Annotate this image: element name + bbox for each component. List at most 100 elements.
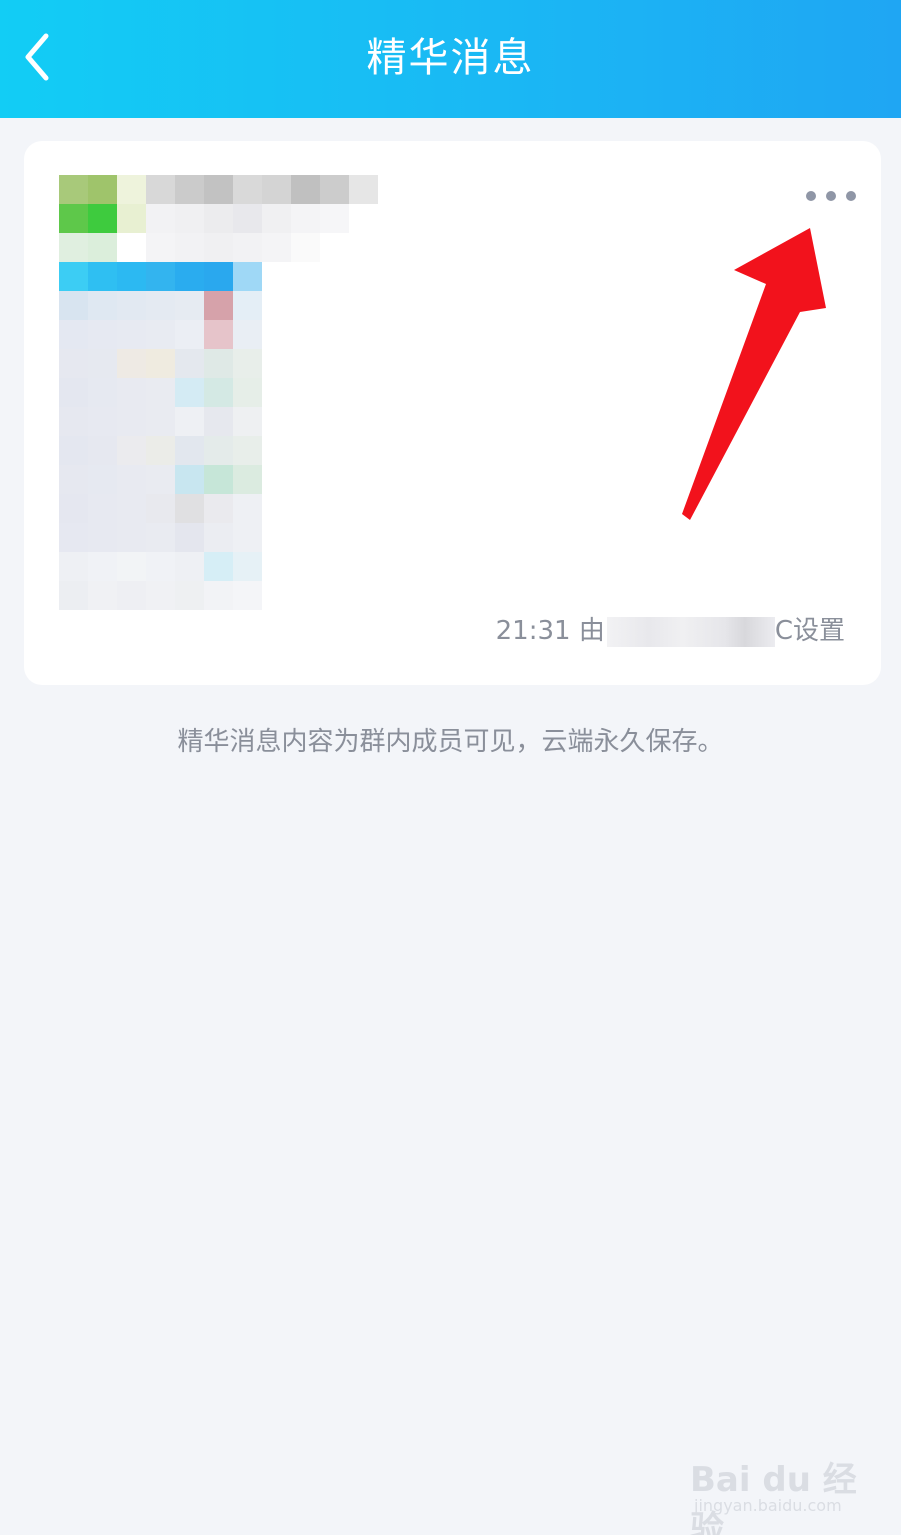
meta-by: 由: [578, 616, 605, 646]
thumbnail-pixel: [204, 523, 233, 552]
thumbnail-pixel: [233, 204, 262, 233]
thumbnail-pixel: [204, 291, 233, 320]
thumbnail-pixel: [88, 320, 117, 349]
thumbnail-pixel: [88, 436, 117, 465]
thumbnail-pixel: [175, 349, 204, 378]
thumbnail-pixel: [146, 494, 175, 523]
thumbnail-pixel: [59, 523, 88, 552]
thumbnail-pixel: [146, 436, 175, 465]
thumbnail-pixel: [175, 494, 204, 523]
thumbnail-pixel: [117, 320, 146, 349]
thumbnail-pixel: [204, 349, 233, 378]
thumbnail-pixel: [146, 291, 175, 320]
thumbnail-pixel: [175, 320, 204, 349]
thumbnail-pixel: [88, 378, 117, 407]
thumbnail-pixel: [88, 581, 117, 610]
thumbnail-pixel: [88, 465, 117, 494]
ellipsis-icon: [806, 191, 816, 201]
thumbnail-pixel: [117, 552, 146, 581]
thumbnail-pixel: [204, 204, 233, 233]
thumbnail-pixel: [233, 436, 262, 465]
thumbnail-pixel: [175, 581, 204, 610]
thumbnail-pixel: [175, 552, 204, 581]
thumbnail-pixel: [117, 349, 146, 378]
watermark-logo: Bai du 经验: [690, 1460, 857, 1535]
thumbnail-pixel: [233, 494, 262, 523]
thumbnail-pixel: [88, 523, 117, 552]
thumbnail-pixel: [146, 407, 175, 436]
thumbnail-pixel: [59, 262, 88, 291]
thumbnail-pixel: [88, 552, 117, 581]
thumbnail-pixel: [233, 523, 262, 552]
thumbnail-pixel: [117, 291, 146, 320]
thumbnail-pixel: [117, 494, 146, 523]
thumbnail-pixel: [204, 552, 233, 581]
thumbnail-pixel: [291, 233, 320, 262]
thumbnail-pixel: [117, 465, 146, 494]
thumbnail-pixel: [146, 175, 175, 204]
thumbnail-pixel: [88, 262, 117, 291]
baidu-watermark: Bai du 经验 jingyan.baidu.com: [690, 1438, 870, 1535]
thumbnail-pixel: [59, 494, 88, 523]
thumbnail-pixel: [88, 407, 117, 436]
top-nav-bar: 精华消息: [0, 0, 901, 118]
thumbnail-pixel: [117, 436, 146, 465]
thumbnail-pixel: [117, 262, 146, 291]
thumbnail-pixel: [59, 407, 88, 436]
thumbnail-pixel: [59, 175, 88, 204]
thumbnail-pixel: [175, 465, 204, 494]
thumbnail-pixel: [88, 291, 117, 320]
thumbnail-pixel: [59, 436, 88, 465]
message-meta: 21:31 由 C设置: [496, 611, 845, 651]
thumbnail-pixel: [204, 233, 233, 262]
thumbnail-pixel: [146, 465, 175, 494]
thumbnail-pixel: [59, 291, 88, 320]
thumbnail-pixel: [204, 175, 233, 204]
thumbnail-pixel: [204, 378, 233, 407]
thumbnail-pixel: [146, 523, 175, 552]
thumbnail-pixel: [117, 378, 146, 407]
thumbnail-pixel: [204, 407, 233, 436]
thumbnail-pixel: [88, 494, 117, 523]
thumbnail-pixel: [146, 552, 175, 581]
thumbnail-pixel: [175, 204, 204, 233]
thumbnail-pixel: [146, 204, 175, 233]
thumbnail-pixel: [88, 175, 117, 204]
page-title: 精华消息: [366, 35, 535, 81]
thumbnail-pixel: [233, 407, 262, 436]
thumbnail-pixel: [59, 204, 88, 233]
thumbnail-pixel: [291, 175, 320, 204]
info-note: 精华消息内容为群内成员可见，云端永久保存。: [177, 727, 724, 757]
thumbnail-pixel: [88, 204, 117, 233]
thumbnail-pixel: [175, 262, 204, 291]
thumbnail-pixel: [146, 262, 175, 291]
thumbnail-pixel: [117, 204, 146, 233]
thumbnail-pixel: [291, 204, 320, 233]
thumbnail-pixel: [204, 262, 233, 291]
thumbnail-pixel: [233, 291, 262, 320]
thumbnail-pixel: [117, 407, 146, 436]
thumbnail-pixel: [59, 233, 88, 262]
ellipsis-icon: [826, 191, 836, 201]
thumbnail-pixel: [233, 581, 262, 610]
message-thumbnail-blurred[interactable]: [59, 175, 381, 615]
thumbnail-pixel: [262, 175, 291, 204]
more-options-button[interactable]: [806, 185, 858, 207]
thumbnail-pixel: [204, 581, 233, 610]
thumbnail-pixel: [262, 233, 291, 262]
thumbnail-pixel: [233, 552, 262, 581]
thumbnail-pixel: [233, 349, 262, 378]
watermark-url: jingyan.baidu.com: [694, 1496, 842, 1515]
ellipsis-icon: [846, 191, 856, 201]
blurred-username: [606, 616, 775, 647]
thumbnail-pixel: [146, 349, 175, 378]
thumbnail-pixel: [320, 204, 349, 233]
thumbnail-pixel: [146, 233, 175, 262]
thumbnail-pixel: [146, 320, 175, 349]
thumbnail-pixel: [349, 204, 378, 233]
thumbnail-pixel: [262, 204, 291, 233]
thumbnail-pixel: [204, 465, 233, 494]
thumbnail-pixel: [175, 523, 204, 552]
thumbnail-pixel: [204, 494, 233, 523]
thumbnail-pixel: [349, 175, 378, 204]
